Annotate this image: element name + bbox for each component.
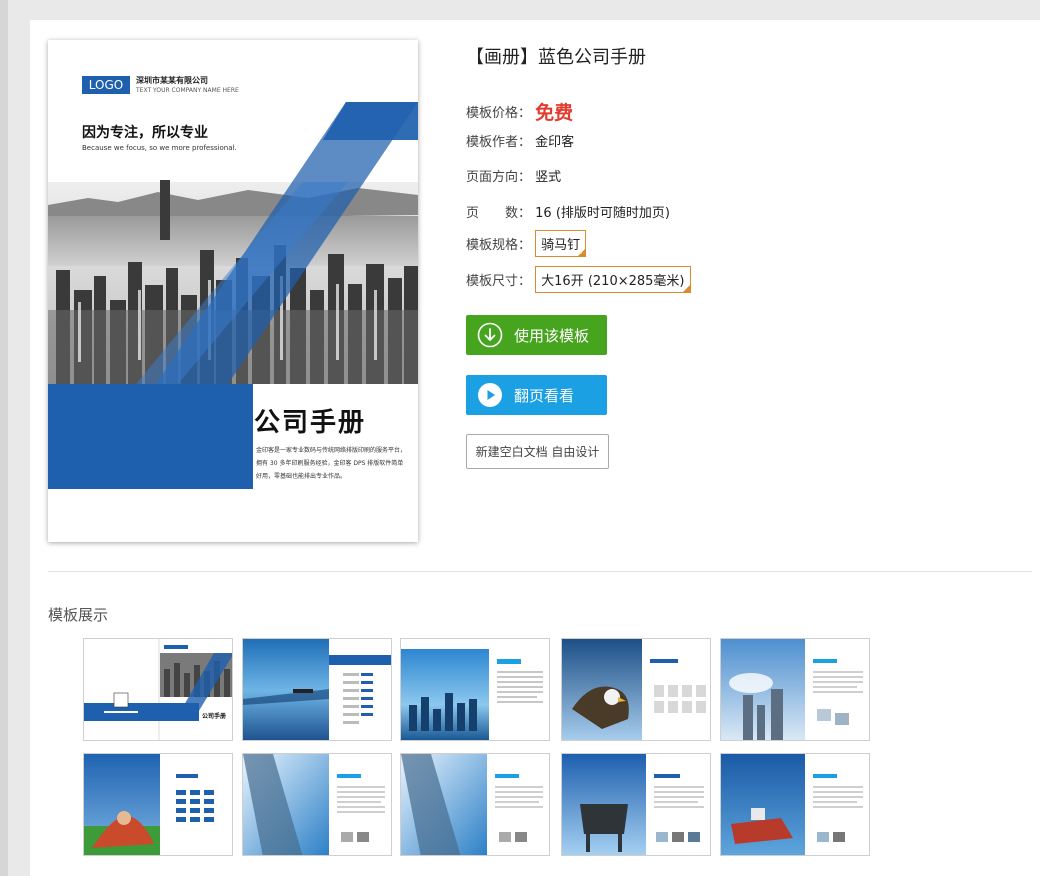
svg-text:公司手册: 公司手册 (202, 712, 226, 720)
binding-label: 模板规格： (466, 238, 532, 253)
thumbnail-image (721, 754, 869, 855)
flip-view-label: 翻页看看 (514, 386, 575, 405)
new-blank-document-button[interactable]: 新建空白文档 自由设计 (466, 434, 609, 469)
binding-value: 骑马钉 (541, 238, 581, 253)
page-thumbnail[interactable] (242, 753, 392, 856)
thumbnail-image (562, 754, 710, 855)
price-value: 免费 (535, 102, 574, 124)
showcase-title: 模板展示 (48, 606, 109, 624)
thumbnail-image (401, 639, 549, 740)
orientation-value: 竖式 (535, 170, 562, 185)
pages-label: 页 数： (466, 206, 532, 221)
new-blank-label: 新建空白文档 自由设计 (475, 445, 600, 459)
page-thumbnail[interactable] (400, 753, 550, 856)
cover-slogan-en: Because we focus, so we more professiona… (82, 144, 237, 152)
orientation-label: 页面方向： (466, 170, 532, 185)
thumbnail-image: 公司手册 (84, 639, 232, 740)
size-row: 模板尺寸： 大16开 (210×285毫米) ✓ (466, 266, 691, 293)
cover-company-name: 深圳市某某有限公司 (136, 76, 208, 85)
pages-row: 页 数： 16 (排版时可随时加页) (466, 202, 670, 221)
page-thumbnail[interactable] (720, 638, 870, 741)
size-label: 模板尺寸： (466, 274, 532, 289)
cover-slogan: 因为专注，所以专业 (82, 125, 208, 141)
play-circle-icon (478, 383, 502, 407)
size-value: 大16开 (210×285毫米) (541, 274, 685, 289)
download-circle-icon (477, 322, 503, 348)
pages-value: 16 (排版时可随时加页) (535, 206, 670, 221)
page-thumbnail[interactable] (242, 638, 392, 741)
cover-company-name-en: TEXT YOUR COMPANY NAME HERE (136, 87, 239, 94)
author-row: 模板作者： 金印客 (466, 131, 574, 150)
page-thumbnail[interactable]: 公司手册 (83, 638, 233, 741)
thumbnail-image (401, 754, 549, 855)
page-thumbnail[interactable] (83, 753, 233, 856)
thumbnail-image (721, 639, 869, 740)
price-row: 模板价格： 免费 (466, 96, 574, 124)
thumbnail-image (243, 639, 391, 740)
check-mark-icon: ✓ (579, 248, 586, 256)
cover-preview[interactable]: LOGO 深圳市某某有限公司 TEXT YOUR COMPANY NAME HE… (48, 40, 418, 542)
thumbnail-image (84, 754, 232, 855)
window-edge (0, 0, 8, 876)
author-value: 金印客 (535, 135, 575, 150)
author-label: 模板作者： (466, 135, 532, 150)
check-mark-icon: ✓ (683, 284, 690, 292)
price-label: 模板价格： (466, 106, 532, 121)
use-template-button[interactable]: 使用该模板 (466, 315, 607, 355)
cover-logo: LOGO (82, 76, 130, 94)
flip-view-button[interactable]: 翻页看看 (466, 375, 607, 415)
page-thumbnail[interactable] (561, 638, 711, 741)
binding-option[interactable]: 骑马钉 ✓ (535, 230, 587, 257)
size-option[interactable]: 大16开 (210×285毫米) ✓ (535, 266, 691, 293)
page-thumbnail[interactable] (400, 638, 550, 741)
use-template-label: 使用该模板 (514, 326, 590, 345)
cover-description: 金印客是一家专业数码与传统网络排版印刷的服务平台，拥有 30 多年印刷服务经验，… (256, 447, 407, 480)
binding-row: 模板规格： 骑马钉 ✓ (466, 230, 587, 257)
thumbnail-image (562, 639, 710, 740)
cover-title: 公司手册 (254, 408, 367, 438)
template-title: 【画册】蓝色公司手册 (466, 47, 646, 68)
page-thumbnail[interactable] (561, 753, 711, 856)
orientation-row: 页面方向： 竖式 (466, 166, 561, 185)
thumbnail-image (243, 754, 391, 855)
section-divider (48, 571, 1032, 572)
page-thumbnail[interactable] (720, 753, 870, 856)
